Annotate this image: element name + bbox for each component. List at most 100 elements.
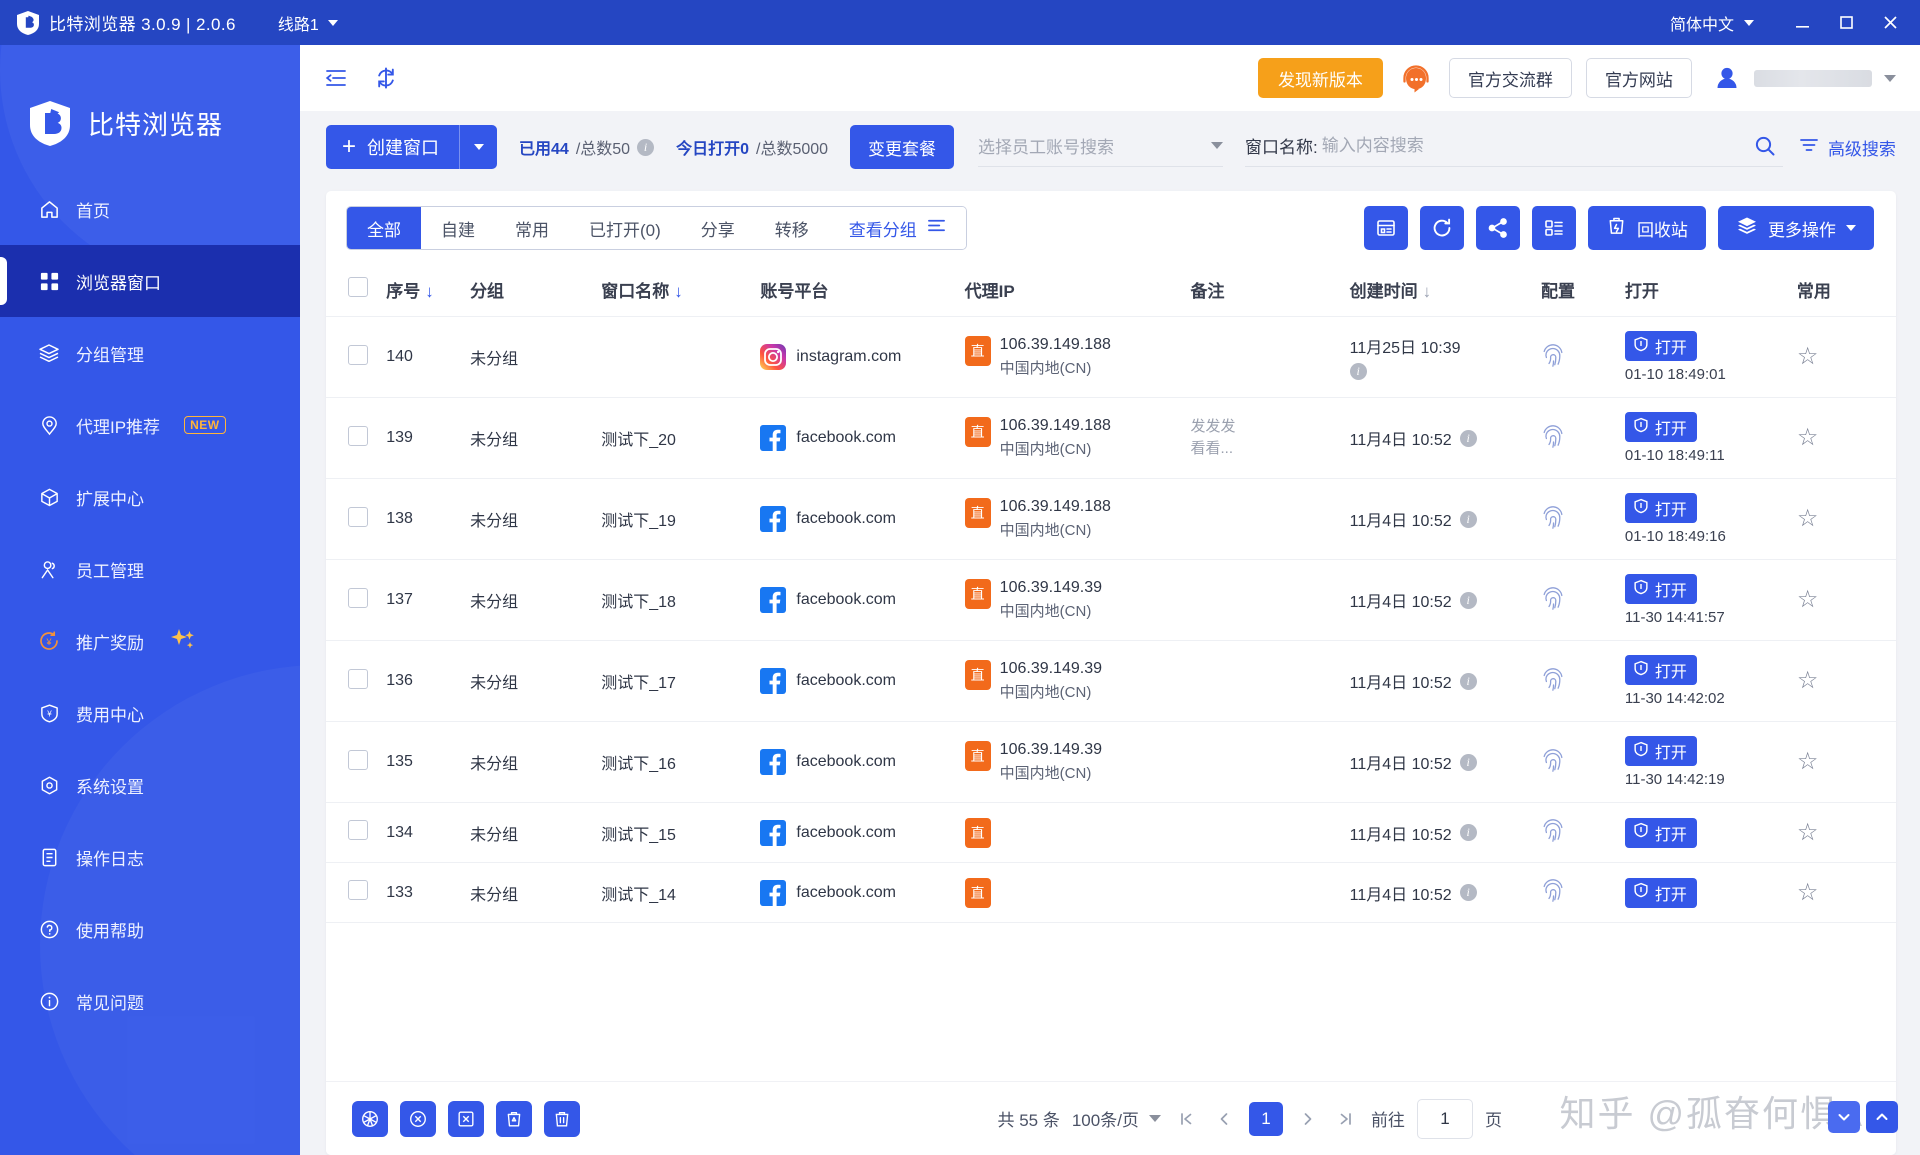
tab-transferred[interactable]: 转移 (754, 207, 829, 249)
refresh-icon[interactable] (368, 60, 404, 96)
sidebar-item-help[interactable]: 使用帮助 (0, 893, 300, 965)
column-header-favorite[interactable]: 常用 (1796, 265, 1896, 317)
headset-support-icon[interactable] (1397, 59, 1435, 97)
open-window-button[interactable]: 打开 (1624, 331, 1697, 361)
open-window-button[interactable]: 打开 (1624, 877, 1697, 908)
sidebar-item-group-management[interactable]: 分组管理 (0, 317, 300, 389)
tab-all[interactable]: 全部 (347, 207, 421, 249)
prev-page-icon[interactable] (1211, 1104, 1237, 1134)
sidebar-item-home[interactable]: 首页 (0, 173, 300, 245)
favorite-star-icon[interactable]: ☆ (1797, 667, 1819, 694)
table-row[interactable]: 133 未分组 测试下_14 facebook.com 直 11月4日 10:52 i 打开 ☆ (326, 862, 1896, 923)
open-window-button[interactable]: 打开 (1624, 493, 1697, 523)
table-row[interactable]: 138 未分组 测试下_19 facebook.com 直 106.39.149.188 中… (326, 478, 1896, 560)
first-page-icon[interactable] (1173, 1104, 1199, 1134)
open-window-button[interactable]: 打开 (1624, 655, 1697, 685)
tab-self-created[interactable]: 自建 (421, 207, 495, 249)
create-window-dropdown[interactable] (459, 125, 498, 169)
row-checkbox[interactable] (348, 506, 368, 527)
fingerprint-icon[interactable] (1541, 424, 1565, 453)
scroll-up-icon[interactable] (1866, 1101, 1898, 1133)
line-selector[interactable]: 线路1 (278, 11, 338, 35)
column-header-note[interactable]: 备注 (1190, 265, 1350, 317)
minimize-button[interactable] (1780, 0, 1824, 45)
table-row[interactable]: 137 未分组 测试下_18 facebook.com 直 106.39.149.39 中国… (326, 559, 1896, 641)
row-checkbox[interactable] (348, 425, 368, 446)
fingerprint-icon[interactable] (1541, 819, 1565, 847)
goto-page-input[interactable] (1416, 1098, 1473, 1139)
info-icon[interactable]: i (1459, 753, 1477, 771)
info-icon[interactable]: i (1459, 824, 1477, 841)
column-header-window-name[interactable]: 窗口名称 ↓ (601, 265, 761, 317)
sidebar-item-promotion-reward[interactable]: ¥ 推广奖励 (0, 605, 300, 677)
row-checkbox[interactable] (348, 749, 368, 770)
batch-close-icon[interactable] (400, 1100, 436, 1137)
favorite-star-icon[interactable]: ☆ (1797, 505, 1819, 532)
column-header-seq[interactable]: 序号 ↓ (386, 265, 471, 317)
sidebar-item-extension-center[interactable]: 扩展中心 (0, 461, 300, 533)
recycle-bin-button[interactable]: 回收站 (1587, 206, 1706, 250)
page-size-select[interactable]: 100条/页 (1072, 1106, 1161, 1131)
table-row[interactable]: 139 未分组 测试下_20 facebook.com 直 106.39.149.188 中… (326, 397, 1896, 479)
row-window-name[interactable]: 测试下_16 (601, 721, 761, 803)
more-actions-button[interactable]: 更多操作 (1717, 206, 1874, 250)
row-window-name[interactable]: 测试下_15 (601, 802, 761, 863)
info-icon[interactable]: i (1459, 672, 1477, 690)
info-icon[interactable]: i (1459, 884, 1477, 901)
fingerprint-icon[interactable] (1541, 505, 1565, 534)
info-icon[interactable]: i (1459, 510, 1477, 528)
user-menu[interactable] (1712, 63, 1896, 93)
row-window-name[interactable] (601, 316, 761, 398)
table-row[interactable]: 136 未分组 测试下_17 facebook.com 直 106.39.149.39 中国… (326, 640, 1896, 722)
window-add-icon[interactable] (1363, 206, 1408, 250)
favorite-star-icon[interactable]: ☆ (1797, 586, 1819, 613)
batch-cancel-icon[interactable] (448, 1100, 484, 1137)
info-icon[interactable]: i (1349, 363, 1367, 380)
row-checkbox[interactable] (348, 344, 368, 365)
batch-open-icon[interactable] (352, 1100, 388, 1137)
sidebar-item-system-settings[interactable]: 系统设置 (0, 749, 300, 821)
favorite-star-icon[interactable]: ☆ (1797, 879, 1819, 906)
last-page-icon[interactable] (1333, 1104, 1359, 1134)
column-header-platform[interactable]: 账号平台 (760, 265, 965, 317)
table-row[interactable]: 135 未分组 测试下_16 facebook.com 直 106.39.149.39 中国… (326, 721, 1896, 803)
tab-frequent[interactable]: 常用 (495, 207, 569, 249)
row-checkbox[interactable] (348, 820, 368, 840)
column-header-config[interactable]: 配置 (1541, 265, 1625, 317)
language-selector[interactable]: 简体中文 (1670, 11, 1754, 35)
share-nodes-icon[interactable] (1475, 206, 1520, 250)
table-row[interactable]: 140 未分组 instagram.com 直 106.39.149.188 中国内地(C… (326, 316, 1896, 398)
sidebar-item-billing-center[interactable]: ¥ 费用中心 (0, 677, 300, 749)
tab-view-groups[interactable]: 查看分组 (828, 207, 966, 249)
row-window-name[interactable]: 测试下_18 (601, 559, 761, 641)
info-icon[interactable]: i (1459, 591, 1477, 609)
sidebar-item-staff-management[interactable]: 员工管理 (0, 533, 300, 605)
select-all-checkbox[interactable] (348, 277, 368, 297)
open-window-button[interactable]: 打开 (1624, 574, 1697, 604)
favorite-star-icon[interactable]: ☆ (1797, 819, 1819, 846)
row-checkbox[interactable] (348, 880, 368, 900)
scroll-down-icon[interactable] (1828, 1101, 1860, 1133)
column-header-created-time[interactable]: 创建时间 ↓ (1349, 265, 1542, 317)
open-window-button[interactable]: 打开 (1624, 817, 1697, 848)
search-input[interactable] (1321, 135, 1743, 156)
search-icon[interactable] (1747, 134, 1783, 158)
official-group-button[interactable]: 官方交流群 (1448, 58, 1572, 98)
row-window-name[interactable]: 测试下_20 (601, 397, 761, 479)
advanced-search-button[interactable]: 高级搜索 (1799, 135, 1896, 160)
fingerprint-icon[interactable] (1541, 667, 1565, 696)
column-header-group[interactable]: 分组 (470, 265, 602, 317)
staff-account-select[interactable]: 选择员工账号搜索 (978, 127, 1224, 167)
info-icon[interactable]: i (637, 138, 655, 156)
favorite-star-icon[interactable]: ☆ (1797, 748, 1819, 775)
fingerprint-icon[interactable] (1541, 343, 1565, 372)
refresh-circle-icon[interactable] (1419, 206, 1464, 250)
sidebar-item-proxy-ip[interactable]: 代理IP推荐 NEW (0, 389, 300, 461)
list-detail-icon[interactable] (1531, 206, 1576, 250)
row-checkbox[interactable] (348, 668, 368, 689)
row-window-name[interactable]: 测试下_17 (601, 640, 761, 722)
official-site-button[interactable]: 官方网站 (1585, 58, 1692, 98)
row-window-name[interactable]: 测试下_14 (601, 862, 761, 923)
maximize-button[interactable] (1824, 0, 1868, 45)
create-window-button[interactable]: + 创建窗口 (326, 125, 460, 169)
